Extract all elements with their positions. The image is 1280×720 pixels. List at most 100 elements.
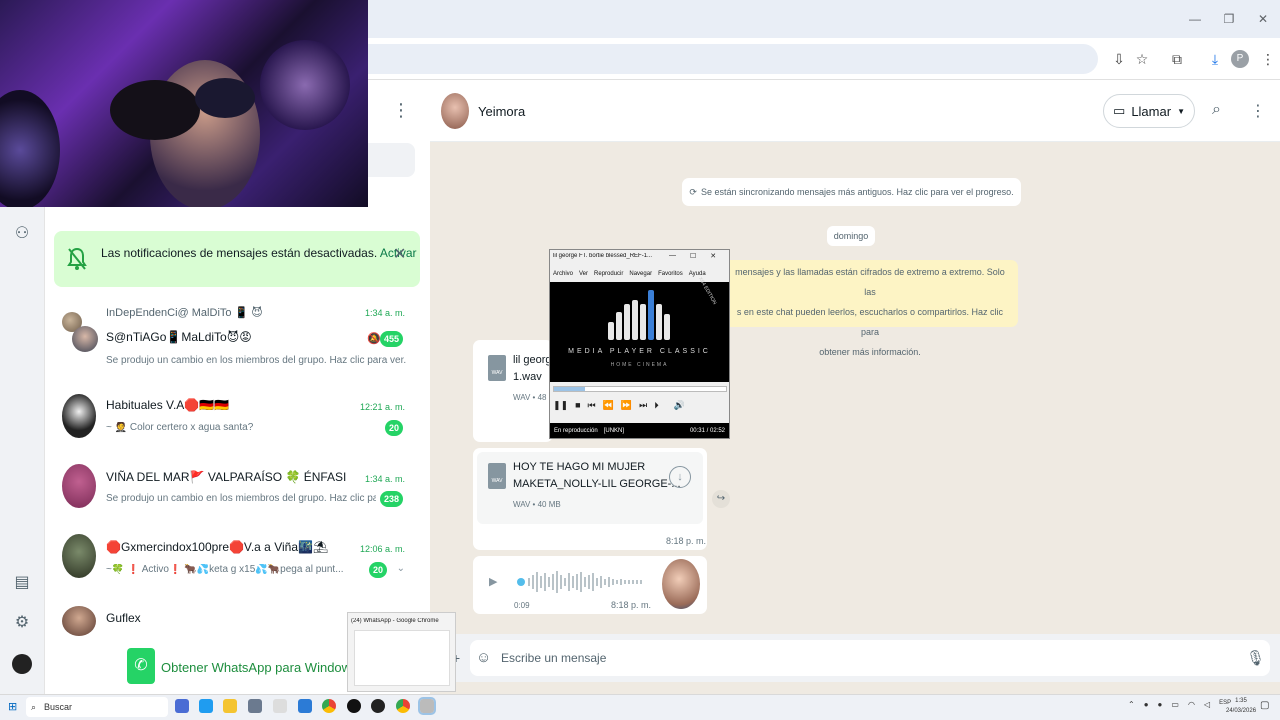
microphone-icon[interactable]: 🎙 bbox=[1246, 649, 1265, 667]
file-meta: WAV • 48 bbox=[513, 393, 547, 402]
file-name: HOY TE HAGO MI MUJER MAKETA_NOLLY-LIL GEO… bbox=[513, 459, 681, 493]
taskbar-app-icon[interactable] bbox=[273, 699, 287, 713]
previous-icon[interactable]: ⏮ bbox=[588, 400, 596, 411]
contact-name[interactable]: Yeimora bbox=[478, 104, 525, 119]
logo-bar bbox=[608, 322, 614, 340]
chat-subtitle: InDepEndenCi@ MalDiTo 📱 😈 bbox=[106, 307, 263, 319]
file-explorer-icon[interactable] bbox=[223, 699, 237, 713]
volume-icon[interactable]: ◁ bbox=[1204, 700, 1210, 709]
preview-thumbnail[interactable] bbox=[354, 630, 450, 686]
maximize-button[interactable]: ❐ bbox=[1212, 12, 1246, 26]
rewind-icon[interactable]: ⏪ bbox=[603, 400, 614, 411]
battery-icon[interactable]: ▭ bbox=[1171, 700, 1179, 709]
preview-title: (24) WhatsApp - Google Chrome bbox=[351, 618, 439, 624]
download-icon[interactable]: ↓ bbox=[669, 466, 691, 488]
list-menu-icon[interactable]: ⋮ bbox=[392, 100, 410, 121]
minimize-button[interactable]: — bbox=[1178, 12, 1212, 26]
bookmark-star-icon[interactable]: ☆ bbox=[1133, 50, 1151, 68]
close-icon[interactable]: ✕ bbox=[393, 244, 409, 264]
stop-icon[interactable]: ■ bbox=[575, 400, 580, 411]
chat-preview: ~🍀 ❗ Activo❗ 🐂💦keta g x15💦🐂pega al punt.… bbox=[106, 564, 344, 575]
play-icon[interactable]: ▶ bbox=[489, 575, 497, 588]
edge-icon[interactable] bbox=[199, 699, 213, 713]
taskbar-app-icon[interactable] bbox=[371, 699, 385, 713]
browser-menu-icon[interactable]: ⋮ bbox=[1259, 50, 1277, 68]
chat-item[interactable]: VIÑA DEL MAR🚩 VALPARAÍSO 🍀 ÉNFASIS MIL..… bbox=[55, 460, 415, 532]
waveform[interactable] bbox=[516, 570, 646, 594]
media-player-window-controls: — ☐ ✕ bbox=[669, 252, 716, 260]
taskbar-app-icon[interactable] bbox=[248, 699, 262, 713]
install-app-icon[interactable]: ⇩ bbox=[1110, 50, 1128, 68]
logo-bar bbox=[640, 304, 646, 340]
chat-name: 🛑Gxmercindox100pre🛑V.a a Viña🌃⛱ bbox=[106, 540, 329, 554]
file-icon: WAV bbox=[488, 463, 506, 489]
notification-center-icon[interactable]: ▢ bbox=[1260, 700, 1269, 711]
maximize-button[interactable]: ☐ bbox=[690, 252, 696, 260]
chevron-up-icon[interactable]: ⌃ bbox=[1128, 700, 1135, 709]
communities-icon[interactable]: ⚇ bbox=[12, 224, 32, 244]
next-icon[interactable]: ⏭ bbox=[639, 400, 647, 411]
profile-avatar[interactable]: P bbox=[1231, 50, 1249, 68]
minimize-button[interactable]: — bbox=[669, 252, 676, 260]
menu-item[interactable]: Archivo bbox=[553, 271, 573, 277]
call-button[interactable]: ▭ Llamar ▼ bbox=[1103, 94, 1195, 128]
taskbar bbox=[0, 694, 1280, 720]
encryption-notice[interactable]: mensajes y las llamadas están cifrados d… bbox=[722, 260, 1018, 357]
file-name-line: lil georg bbox=[513, 354, 552, 366]
taskbar-search[interactable]: ⌕ Buscar bbox=[26, 697, 168, 717]
file-icon: WAV bbox=[488, 355, 506, 381]
menu-item[interactable]: Ayuda bbox=[689, 271, 706, 277]
menu-icon[interactable]: ⋮ bbox=[1250, 101, 1266, 121]
forward-icon[interactable]: ↪ bbox=[712, 490, 730, 508]
extensions-icon[interactable]: ⧉ bbox=[1168, 50, 1186, 68]
taskbar-app-icon[interactable] bbox=[347, 699, 361, 713]
windows-start-icon[interactable]: ⊞ bbox=[8, 700, 20, 713]
emoji-icon[interactable]: ☺ bbox=[476, 649, 491, 666]
message-time: 8:18 p. m. bbox=[611, 600, 652, 610]
whatsapp-icon[interactable]: ✆ bbox=[127, 648, 155, 684]
chrome-icon[interactable] bbox=[322, 699, 336, 713]
status-bar: En reproducción [UNKN] 00:31 / 02:52 bbox=[550, 423, 729, 438]
volume-icon[interactable]: 🔊 bbox=[674, 400, 685, 411]
clock[interactable]: 1:35 24/03/2026 bbox=[1226, 696, 1256, 716]
chat-item[interactable]: Habituales V.A🛑🇩🇪🇩🇪 12:21 a. m. ~ 🤵 Colo… bbox=[55, 388, 415, 460]
chat-time: 1:34 a. m. bbox=[364, 308, 405, 318]
chat-item[interactable]: InDepEndenCi@ MalDiTo 📱 😈 1:34 a. m. S@n… bbox=[55, 298, 415, 370]
chrome-icon[interactable] bbox=[396, 699, 410, 713]
menu-item[interactable]: Navegar bbox=[629, 271, 652, 277]
clock-date: 24/03/2026 bbox=[1226, 708, 1257, 714]
seek-bar[interactable] bbox=[553, 386, 727, 392]
menu-item[interactable]: Ver bbox=[579, 271, 588, 277]
taskbar-app-icon[interactable] bbox=[175, 699, 189, 713]
frame-step-icon[interactable]: ⏵ bbox=[654, 400, 659, 411]
chat-item[interactable]: 🛑Gxmercindox100pre🛑V.a a Viña🌃⛱ 12:06 a.… bbox=[55, 530, 415, 602]
chevron-down-icon[interactable]: ⌄ bbox=[397, 563, 405, 574]
downloads-icon[interactable]: ⤓ bbox=[1206, 50, 1224, 68]
close-icon[interactable]: ✕ bbox=[710, 252, 716, 260]
chat-preview: Se produjo un cambio en los miembros del… bbox=[106, 355, 406, 366]
date-chip: domingo bbox=[827, 226, 875, 246]
logo-bar bbox=[656, 304, 662, 340]
menu-item[interactable]: Favoritos bbox=[658, 271, 683, 277]
fast-forward-icon[interactable]: ⏩ bbox=[621, 400, 632, 411]
close-window-button[interactable]: ✕ bbox=[1246, 12, 1280, 26]
menu-item[interactable]: Reproducir bbox=[594, 271, 623, 277]
avatar[interactable] bbox=[441, 93, 469, 129]
get-whatsapp-link[interactable]: Obtener WhatsApp para Windows bbox=[161, 660, 358, 675]
file-name-line: 1.wav bbox=[513, 371, 542, 383]
search-icon[interactable]: ⌕ bbox=[1212, 101, 1221, 119]
tray-app-icon[interactable]: ● bbox=[1158, 700, 1163, 709]
vscode-icon[interactable] bbox=[298, 699, 312, 713]
avatar[interactable] bbox=[12, 654, 32, 674]
media-icon[interactable]: ▤ bbox=[12, 573, 32, 593]
tray-app-icon[interactable]: ● bbox=[1144, 700, 1149, 709]
sync-icon: ⟳ bbox=[689, 186, 697, 197]
address-bar[interactable] bbox=[368, 44, 1098, 74]
media-player-taskbar-icon[interactable] bbox=[418, 697, 436, 715]
chevron-down-icon: ▼ bbox=[1177, 106, 1185, 116]
voice-duration: 0:09 bbox=[514, 601, 530, 610]
gear-icon[interactable]: ⚙ bbox=[12, 613, 32, 633]
sync-notice[interactable]: ⟳ Se están sincronizando mensajes más an… bbox=[682, 178, 1021, 206]
pause-icon[interactable]: ❚❚ bbox=[553, 400, 568, 411]
wifi-icon[interactable]: ◠ bbox=[1188, 700, 1195, 709]
